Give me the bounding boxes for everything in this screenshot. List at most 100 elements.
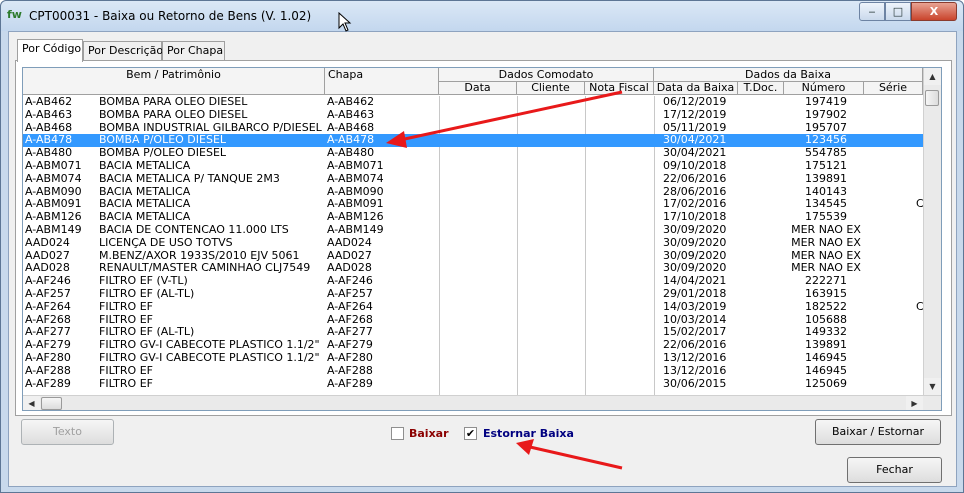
cell-data-baixa: 30/09/2020 [663, 262, 727, 275]
table-row[interactable]: A-ABM149 BACIA DE CONTENCAO 11.000 LTS A-A… [23, 224, 923, 237]
cell-data-baixa: 09/10/2018 [663, 160, 727, 172]
table-row[interactable]: A-ABM074 BACIA METALICA P/ TANQUE 2M3 A-AB… [23, 173, 923, 186]
cell-numero: 195707 [805, 121, 847, 134]
header-data-baixa[interactable]: Data da Baixa [654, 82, 738, 95]
header-chapa[interactable]: Chapa [325, 68, 439, 95]
header-tdoc[interactable]: T.Doc. [738, 82, 784, 95]
scroll-up-icon[interactable]: ▲ [924, 68, 941, 85]
cell-data-baixa: 06/12/2019 [663, 96, 727, 108]
cell-chapa: A-AF268 [327, 313, 373, 326]
scroll-left-icon[interactable]: ◀ [23, 396, 40, 410]
window-title: CPT00031 - Baixa ou Retorno de Bens (V. … [29, 9, 312, 23]
cell-chapa: A-ABM149 [327, 224, 384, 236]
table-row[interactable]: A-AF257 FILTRO EF (AL-TL) A-AF257 29/01/201… [23, 288, 923, 301]
mouse-cursor-icon [338, 12, 352, 32]
cell-chapa: A-AB480 [327, 147, 375, 160]
tab-panel: Bem / Patrimônio Chapa Dados Comodato Da… [15, 60, 952, 416]
header-serie[interactable]: Série [864, 82, 923, 95]
baixar-checkbox[interactable] [391, 427, 404, 440]
table-row-selected[interactable]: A-AB478 BOMBA P/OLEO DIESEL A-AB478 30/04/2… [23, 134, 923, 148]
texto-button[interactable]: Texto [21, 419, 114, 445]
estornar-baixa-checkbox[interactable]: ✔ [464, 427, 477, 440]
cell-chapa: AAD027 [327, 249, 372, 262]
table-row[interactable]: A-AF246 FILTRO EF (V-TL) A-AF246 14/04/2021… [23, 275, 923, 288]
table-row[interactable]: A-ABM071 BACIA METALICA A-ABM071 09/10/2018… [23, 160, 923, 173]
cell-codigo: AAD028 [25, 262, 70, 275]
header-numero[interactable]: Número [784, 82, 864, 95]
cell-codigo: A-AF257 [25, 288, 71, 300]
grid-body[interactable]: A-AB462 BOMBA PARA OLEO DIESEL A-AB462 06/1… [23, 96, 923, 396]
header-dados-comodato: Dados Comodato [439, 68, 654, 82]
cell-numero: 105688 [805, 313, 847, 326]
estornar-baixa-label[interactable]: Estornar Baixa [483, 427, 574, 440]
horizontal-scrollbar[interactable]: ◀ ▶ [23, 395, 941, 410]
vertical-scroll-thumb[interactable] [925, 90, 939, 106]
cell-descricao: BACIA METALICA [99, 198, 191, 211]
cell-numero: 149332 [805, 326, 847, 339]
cell-descricao: LICENÇA DE USO TOTVS [99, 236, 233, 249]
cell-codigo: A-ABM074 [25, 172, 82, 185]
table-row[interactable]: A-AF288 FILTRO EF A-AF288 13/12/2016 146945 [23, 365, 923, 378]
cell-codigo: A-AF268 [25, 313, 71, 326]
fechar-button[interactable]: Fechar [847, 457, 942, 483]
minimize-button[interactable]: ‒ [859, 2, 885, 21]
baixar-estornar-button[interactable]: Baixar / Estornar [815, 419, 941, 445]
cell-descricao: FILTRO GV-I CABECOTE PLASTICO 1.1/2" [99, 339, 320, 352]
cell-data-baixa: 30/04/2021 [663, 134, 727, 147]
assets-grid[interactable]: Bem / Patrimônio Chapa Dados Comodato Da… [22, 67, 942, 411]
table-row[interactable]: A-AF264 FILTRO EF A-AF264 14/03/2019 182522 C [23, 301, 923, 314]
table-row[interactable]: A-AB468 BOMBA INDUSTRIAL GILBARCO P/DIESE… [23, 122, 923, 135]
cell-codigo: A-ABM149 [25, 224, 82, 236]
title-bar[interactable]: fw CPT00031 - Baixa ou Retorno de Bens (… [1, 1, 963, 31]
cell-chapa: A-AB468 [327, 121, 375, 134]
table-row[interactable]: A-AB462 BOMBA PARA OLEO DIESEL A-AB462 06/1… [23, 96, 923, 109]
cell-chapa: A-AF289 [327, 377, 373, 390]
cell-descricao: BOMBA INDUSTRIAL GILBARCO P/DIESEL [99, 121, 322, 134]
table-row[interactable]: A-ABM091 BACIA METALICA A-ABM091 17/02/2016… [23, 198, 923, 211]
cell-descricao: BACIA METALICA P/ TANQUE 2M3 [99, 172, 280, 185]
cell-descricao: FILTRO EF (AL-TL) [99, 326, 195, 339]
close-button[interactable]: X [911, 2, 957, 21]
cell-numero: MER NAO EX [791, 224, 861, 236]
table-row[interactable]: AAD024 LICENÇA DE USO TOTVS AAD024 30/09/20… [23, 237, 923, 250]
table-row[interactable]: A-ABM090 BACIA METALICA A-ABM090 28/06/2016… [23, 186, 923, 199]
table-row[interactable]: A-AF268 FILTRO EF A-AF268 10/03/2014 105688 [23, 314, 923, 327]
table-row[interactable]: A-AB480 BOMBA P/OLEO DIESEL A-AB480 30/04/2… [23, 147, 923, 160]
baixar-label[interactable]: Baixar [409, 427, 449, 440]
cell-codigo: A-AF280 [25, 352, 71, 364]
cell-codigo: A-AF264 [25, 300, 71, 313]
cell-data-baixa: 14/04/2021 [663, 275, 727, 288]
table-row[interactable]: A-AF279 FILTRO GV-I CABECOTE PLASTICO 1.1… [23, 339, 923, 352]
tab-por-chapa[interactable]: Por Chapa [162, 41, 225, 61]
cell-data-baixa: 30/09/2020 [663, 224, 727, 236]
scroll-down-icon[interactable]: ▼ [924, 378, 941, 395]
cell-descricao: FILTRO EF [99, 300, 153, 313]
cell-numero: 139891 [805, 172, 847, 185]
table-row[interactable]: A-AF289 FILTRO EF A-AF289 30/06/2015 125069 [23, 378, 923, 391]
tab-por-descricao[interactable]: Por Descrição [83, 41, 163, 61]
scroll-right-icon[interactable]: ▶ [906, 396, 923, 410]
table-row[interactable]: AAD028 RENAULT/MASTER CAMINHAO CLJ7549 AAD… [23, 262, 923, 275]
cell-codigo: A-ABM091 [25, 198, 82, 211]
cell-chapa: A-AB478 [327, 134, 375, 147]
horizontal-scroll-thumb[interactable] [41, 397, 62, 410]
table-row[interactable]: A-AF277 FILTRO EF (AL-TL) A-AF277 15/02/201… [23, 326, 923, 339]
cell-numero: 182522 [805, 300, 847, 313]
header-bem[interactable]: Bem / Patrimônio [23, 68, 325, 95]
cell-chapa: AAD024 [327, 236, 372, 249]
table-row[interactable]: A-ABM126 BACIA METALICA A-ABM126 17/10/2018… [23, 211, 923, 224]
cell-codigo: A-AF289 [25, 377, 71, 390]
cell-codigo: A-ABM090 [25, 185, 82, 198]
header-cliente[interactable]: Cliente [517, 82, 585, 95]
table-row[interactable]: AAD027 M.BENZ/AXOR 1933S/2010 EJV 5061 AAD… [23, 250, 923, 263]
header-nota-fiscal[interactable]: Nota Fiscal [585, 82, 654, 95]
app-window: fw CPT00031 - Baixa ou Retorno de Bens (… [0, 0, 964, 493]
header-data[interactable]: Data [439, 82, 517, 95]
table-row[interactable]: A-AF280 FILTRO GV-I CABECOTE PLASTICO 1.1… [23, 352, 923, 365]
tab-por-codigo[interactable]: Por Código [17, 39, 83, 62]
table-row[interactable]: A-AB463 BOMBA PARA OLEO DIESEL A-AB463 17/1… [23, 109, 923, 122]
maximize-button[interactable]: □ [885, 2, 911, 21]
cell-data-baixa: 05/11/2019 [663, 121, 727, 134]
vertical-scrollbar[interactable]: ▲ ▼ [923, 68, 941, 395]
cell-numero: MER NAO EX [791, 249, 861, 262]
